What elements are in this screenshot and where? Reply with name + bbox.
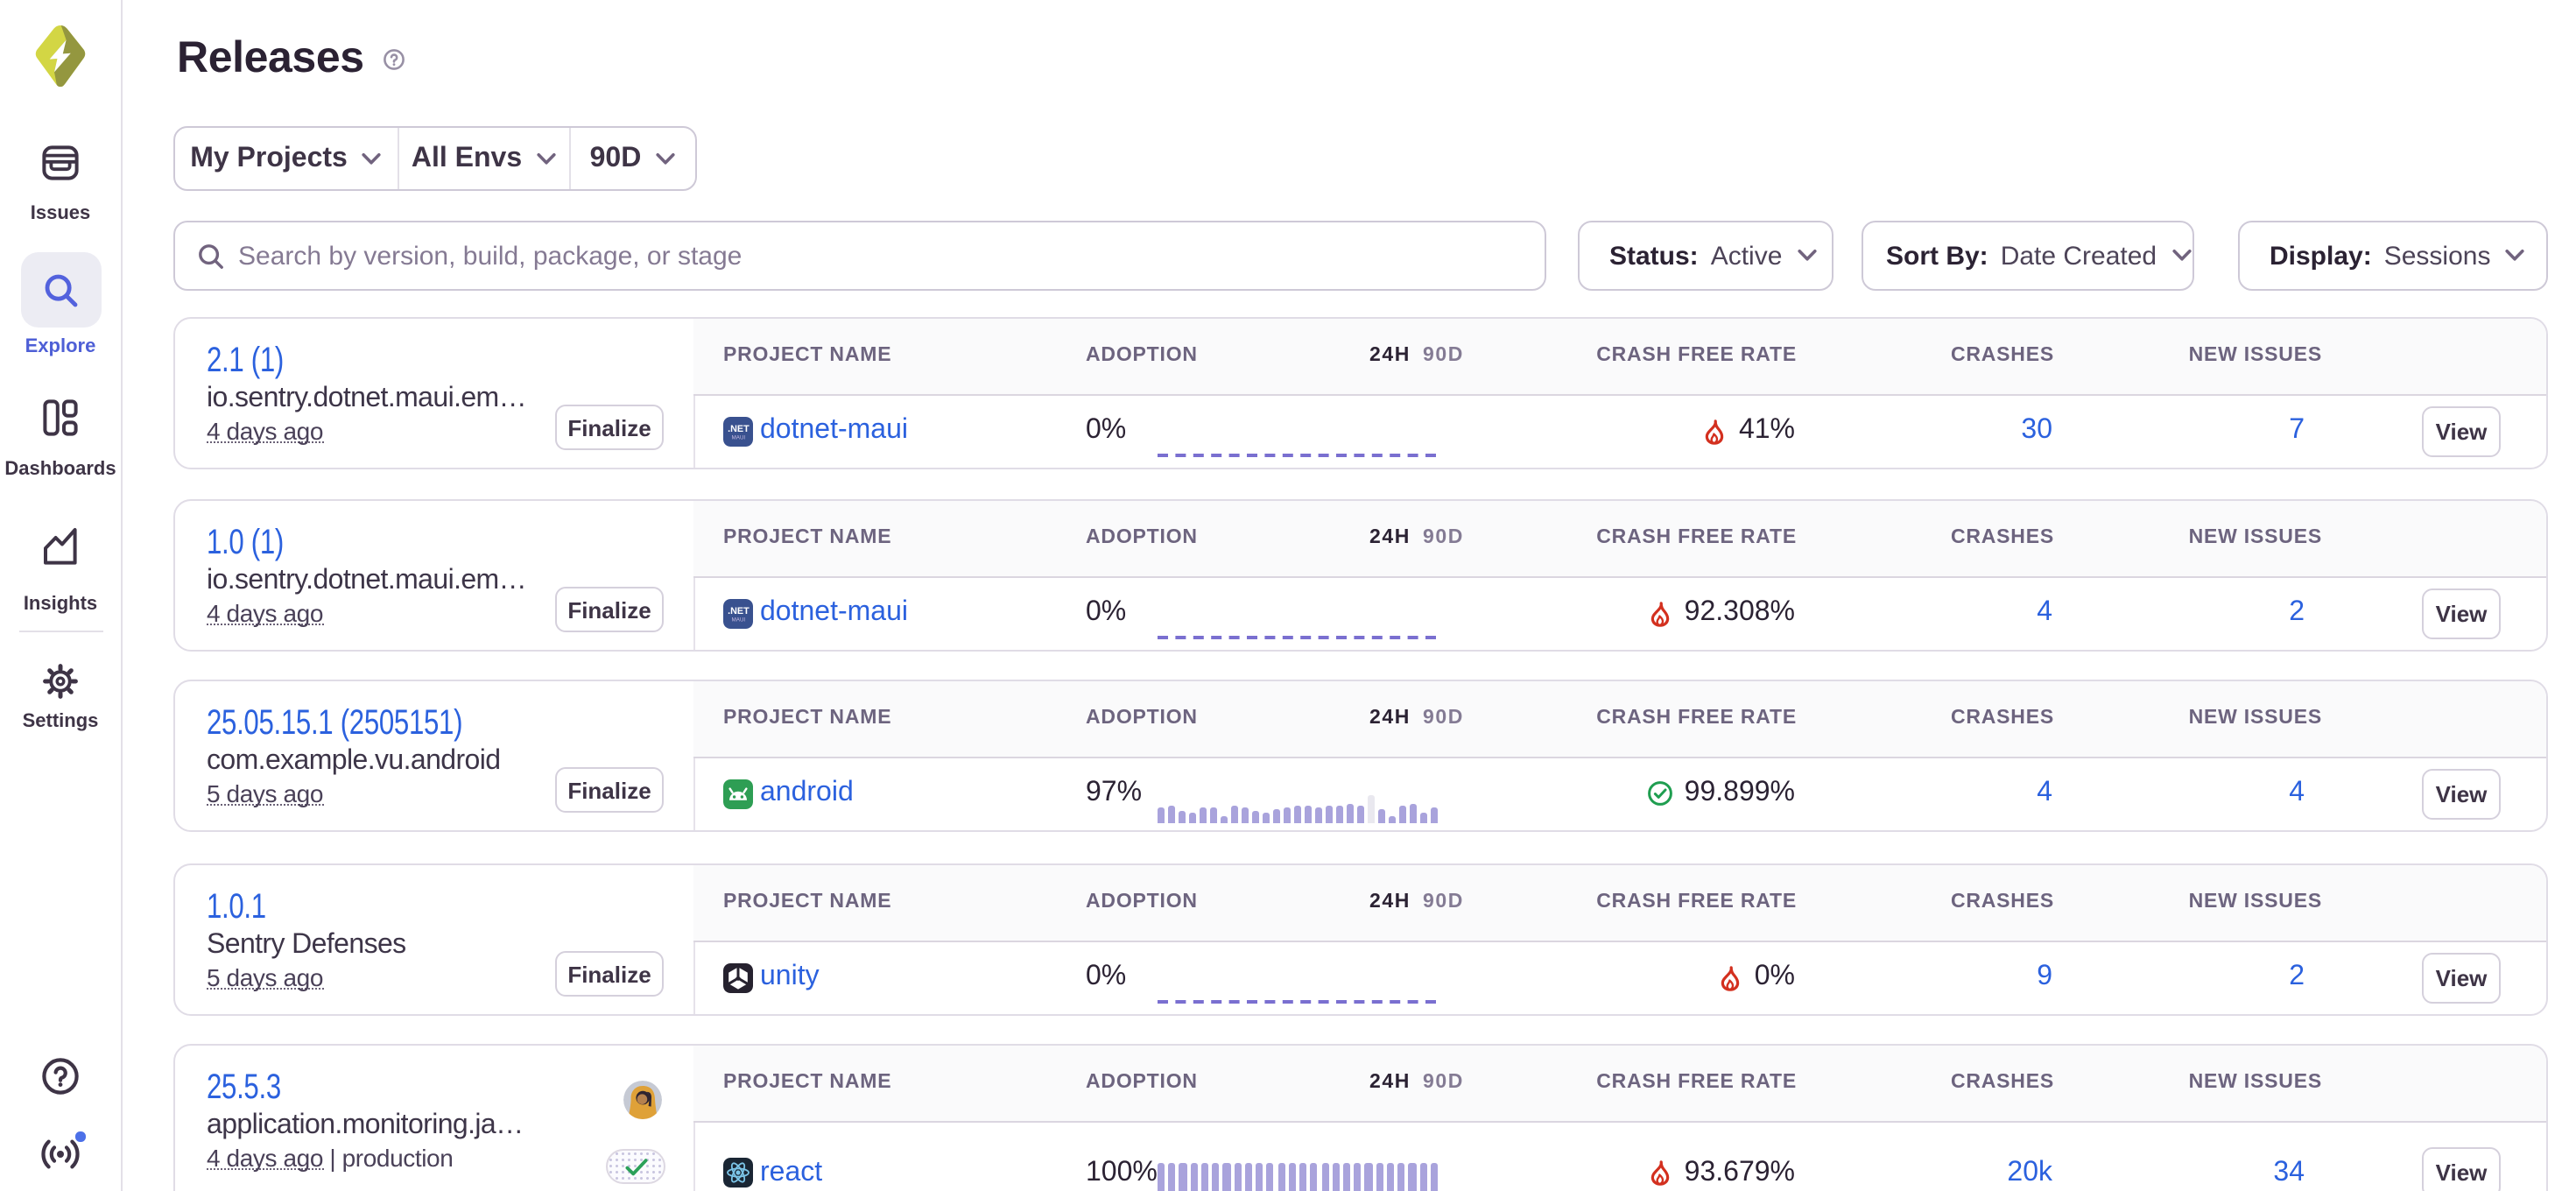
- svg-text:.NET: .NET: [728, 605, 750, 616]
- svg-text:.NET: .NET: [728, 423, 750, 433]
- svg-text:MAUI: MAUI: [732, 434, 746, 440]
- svg-text:MAUI: MAUI: [732, 617, 746, 623]
